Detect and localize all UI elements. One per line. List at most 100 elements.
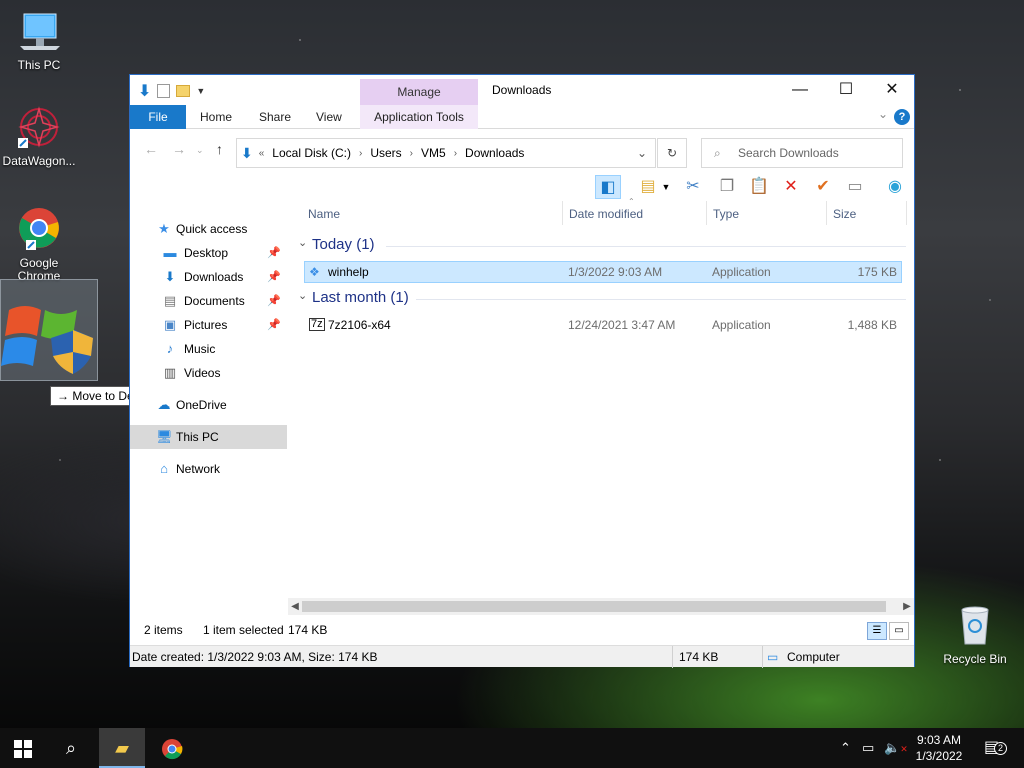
tab-manage[interactable]: Manage [360,79,478,105]
column-date-modified[interactable]: Date modified [569,207,643,221]
large-icons-view-button[interactable]: ▭ [889,622,909,640]
network-tray-icon[interactable]: ▭ [862,728,874,768]
scrollbar-thumb[interactable] [302,601,886,612]
details-view-button[interactable]: ☰ [867,622,887,640]
tab-view[interactable]: View [302,105,356,129]
group-header-today[interactable]: Today (1) [312,236,375,253]
windows-shield-icon [1,306,93,374]
desktop-icon-this-pc[interactable]: This PC [0,10,78,72]
cut-icon[interactable]: ✂ [680,175,706,199]
file-row-winhelp[interactable]: ❖ winhelp 1/3/2022 9:03 AM Application 1… [304,261,902,283]
help-icon[interactable]: ? [894,109,910,125]
nav-documents[interactable]: ▤ Documents 📌 [130,289,287,313]
status-bar: 2 items 1 item selected 174 KB ☰ ▭ [130,617,914,643]
customize-qat-icon[interactable]: ▼ [196,86,205,96]
start-button[interactable] [0,728,46,768]
file-size: 175 KB [857,265,897,279]
title-bar[interactable]: ⬇ ▼ Manage Downloads — ☐ ✕ [130,75,914,105]
breadcrumb-vm5[interactable]: VM5 [413,146,454,160]
command-toolbar: ◧ ▤ ▼ ✂ ❐ 📋 ✕ ✔ ▭ ◉ [130,171,914,201]
breadcrumb-local-disk[interactable]: Local Disk (C:) [264,146,359,160]
nav-quick-access[interactable]: ★ Quick access [130,217,287,241]
nav-desktop[interactable]: ▬ Desktop 📌 [130,241,287,265]
group-collapse-icon[interactable]: ⌄ [298,236,307,249]
rename-icon[interactable]: ▭ [842,175,868,199]
file-row-7z2106-x64[interactable]: 7z 7z2106-x64 12/24/2021 3:47 AM Applica… [304,314,902,336]
action-center-button[interactable]: ▤ 2 [984,728,1007,768]
desktop-icon-datawagon[interactable]: DataWagon... [0,104,78,168]
status-selected: 1 item selected [203,623,284,637]
chevron-down-icon[interactable]: ⌄ [878,107,888,121]
tab-file[interactable]: File [130,105,186,129]
tab-share[interactable]: Share [245,105,305,129]
nav-music[interactable]: ♪ Music [130,337,287,361]
preview-pane-button[interactable]: ◧ [595,175,621,199]
refresh-button[interactable]: ↻ [657,138,687,168]
properties-icon[interactable] [157,84,171,98]
column-divider[interactable] [706,201,707,225]
nav-network[interactable]: ⌂ Network [130,457,287,481]
column-divider[interactable] [826,201,827,225]
paste-icon[interactable]: 📋 [746,175,772,199]
nav-this-pc[interactable]: 🖥 This PC [130,425,287,449]
close-button[interactable]: ✕ [869,75,915,105]
new-folder-icon[interactable] [176,85,191,97]
nav-label: Quick access [176,222,248,236]
pin-icon[interactable]: 📌 [267,313,281,337]
new-item-dropdown-icon[interactable]: ▼ [660,175,672,199]
nav-label: Pictures [184,318,228,332]
checkmark-icon[interactable]: ✔ [810,175,836,199]
new-item-button[interactable]: ▤ [635,175,661,199]
up-button[interactable]: ↑ [216,141,223,157]
maximize-button[interactable]: ☐ [823,75,869,105]
column-name[interactable]: Name [308,207,340,221]
delete-icon[interactable]: ✕ [778,175,804,199]
volume-muted-icon[interactable]: 🔈✕ [884,728,908,768]
nav-label: Videos [184,366,221,380]
recent-locations-button[interactable]: ⌄ [196,145,204,156]
scroll-right-icon[interactable]: ▶ [900,598,914,615]
column-size[interactable]: Size [833,207,856,221]
address-dropdown-icon[interactable]: ⌄ [637,146,647,160]
back-button[interactable]: ← [144,141,158,157]
nav-videos[interactable]: ▥ Videos [130,361,287,385]
desktop-icon-google-chrome[interactable]: Google Chrome [0,204,78,283]
nav-pictures[interactable]: ▣ Pictures 📌 [130,313,287,337]
group-collapse-icon[interactable]: ⌄ [298,289,307,302]
column-divider[interactable] [906,201,907,225]
horizontal-scrollbar[interactable]: ◀ ▶ [288,598,914,615]
minimize-button[interactable]: — [777,75,823,105]
pin-icon[interactable]: 📌 [267,265,281,289]
column-divider[interactable] [562,201,563,225]
breadcrumb-users[interactable]: Users [362,146,409,160]
taskbar-file-explorer[interactable]: ▰ [99,728,145,768]
file-explorer-window[interactable]: ⬇ ▼ Manage Downloads — ☐ ✕ File Home Sha… [129,74,915,668]
nav-downloads[interactable]: ⬇ Downloads 📌 [130,265,287,289]
tab-application-tools[interactable]: Application Tools [360,105,478,129]
scroll-left-icon[interactable]: ◀ [288,598,302,615]
taskbar-clock[interactable]: 9:03 AM 1/3/2022 [910,732,968,764]
show-hidden-icons-button[interactable]: ⌃ [840,728,851,768]
search-button[interactable]: ⌕ [48,728,94,768]
forward-button[interactable]: → [172,141,186,157]
file-size: 1,488 KB [847,318,897,332]
file-list[interactable]: Name ⌃ Date modified Type Size ⌄ Today (… [288,197,914,615]
tab-home[interactable]: Home [186,105,246,129]
address-bar[interactable]: ⬇ « Local Disk (C:) › Users › VM5 › Down… [236,138,656,168]
navigation-pane: ★ Quick access ▬ Desktop 📌 ⬇ Downloads 📌… [130,201,287,615]
search-icon: ⌕ [714,146,721,160]
pin-icon[interactable]: 📌 [267,289,281,313]
taskbar: ⌕ ▰ ⌃ ▭ 🔈✕ 9:03 AM 1/3/2022 ▤ 2 [0,728,1024,768]
pin-icon[interactable]: 📌 [267,241,281,265]
address-overflow[interactable]: « [253,148,265,159]
taskbar-chrome[interactable] [149,728,195,768]
column-type[interactable]: Type [713,207,739,221]
search-input[interactable]: ⌕ Search Downloads [701,138,903,168]
group-header-last-month[interactable]: Last month (1) [312,289,409,306]
nav-onedrive[interactable]: ☁ OneDrive [130,393,287,417]
globe-icon[interactable]: ◉ [882,175,908,199]
desktop-icon-recycle-bin[interactable]: Recycle Bin [936,602,1014,666]
copy-icon[interactable]: ❐ [714,175,740,199]
breadcrumb-downloads[interactable]: Downloads [457,146,532,160]
download-folder-icon: ⬇ [164,269,176,284]
